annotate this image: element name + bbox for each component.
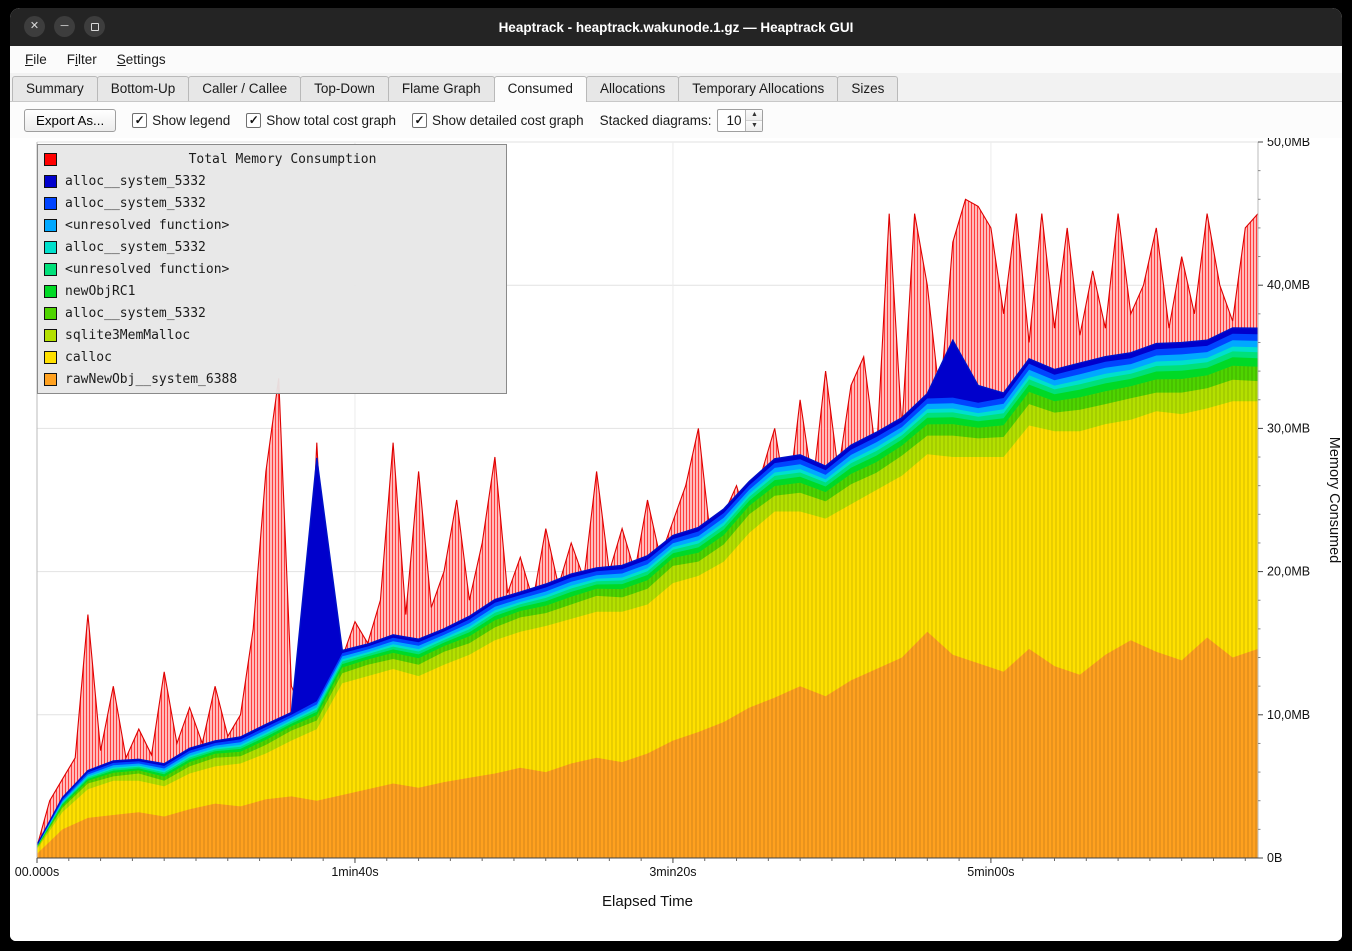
toolbar: Export As... ✓ Show legend ✓ Show total … <box>10 102 1342 138</box>
legend-swatch <box>44 285 57 298</box>
legend-label: calloc <box>65 350 112 365</box>
legend-swatch <box>44 263 57 276</box>
legend-item: alloc__system_5332 <box>38 302 506 324</box>
legend-swatch <box>44 219 57 232</box>
legend-label: alloc__system_5332 <box>65 306 206 321</box>
legend-swatch <box>44 241 57 254</box>
tab-flame-graph[interactable]: Flame Graph <box>388 76 495 101</box>
app-window: ✕ ─ Heaptrack - heaptrack.wakunode.1.gz … <box>10 8 1342 941</box>
spin-buttons: ▲ ▼ <box>745 110 762 131</box>
menu-settings[interactable]: Settings <box>108 49 175 70</box>
close-icon: ✕ <box>30 21 39 32</box>
y-tick-label: 20,0MB <box>1267 565 1310 579</box>
chevron-down-icon: ▼ <box>751 122 758 129</box>
maximize-button[interactable] <box>84 16 105 37</box>
tab-allocations[interactable]: Allocations <box>586 76 679 101</box>
checkbox-label: Show legend <box>152 113 230 128</box>
legend-label: newObjRC1 <box>65 284 135 299</box>
legend-label: <unresolved function> <box>65 218 229 233</box>
legend-label: <unresolved function> <box>65 262 229 277</box>
stacked-diagrams-spinbox[interactable]: 10 ▲ ▼ <box>717 109 763 132</box>
tab-top-down[interactable]: Top-Down <box>300 76 389 101</box>
legend-label: alloc__system_5332 <box>65 174 206 189</box>
tab-caller-callee[interactable]: Caller / Callee <box>188 76 301 101</box>
y-tick-label: 50,0MB <box>1267 138 1310 149</box>
tab-summary[interactable]: Summary <box>12 76 98 101</box>
spin-up-button[interactable]: ▲ <box>746 110 762 120</box>
legend-label: sqlite3MemMalloc <box>65 328 190 343</box>
legend-label: Total Memory Consumption <box>65 152 500 167</box>
checkbox-show-detailed-cost-graph[interactable]: ✓ Show detailed cost graph <box>412 113 584 128</box>
minimize-icon: ─ <box>61 21 69 32</box>
stacked-diagrams-label: Stacked diagrams: <box>600 113 712 128</box>
y-axis-title: Memory Consumed <box>1326 437 1342 564</box>
x-tick-label: 00.000s <box>15 865 59 879</box>
tab-bottom-up[interactable]: Bottom-Up <box>97 76 190 101</box>
tabbar: Summary Bottom-Up Caller / Callee Top-Do… <box>10 73 1342 102</box>
legend-swatch <box>44 153 57 166</box>
stacked-diagrams-value[interactable]: 10 <box>718 110 745 131</box>
menu-filter[interactable]: Filter <box>58 49 106 70</box>
legend-item: newObjRC1 <box>38 280 506 302</box>
consumed-chart-area: 00.000s 1min40s 3min20s 5min00s 0B 10,0MB 20,0… <box>10 138 1342 941</box>
legend-item: <unresolved function> <box>38 258 506 280</box>
titlebar[interactable]: ✕ ─ Heaptrack - heaptrack.wakunode.1.gz … <box>10 8 1342 46</box>
x-axis-title: Elapsed Time <box>602 893 693 910</box>
minimize-button[interactable]: ─ <box>54 16 75 37</box>
legend-swatch <box>44 351 57 364</box>
legend-label: rawNewObj__system_6388 <box>65 372 237 387</box>
checkbox-label: Show detailed cost graph <box>432 113 584 128</box>
chevron-up-icon: ▲ <box>751 111 758 118</box>
tab-sizes[interactable]: Sizes <box>837 76 898 101</box>
export-as-button[interactable]: Export As... <box>24 109 116 132</box>
checkbox-show-legend[interactable]: ✓ Show legend <box>132 113 230 128</box>
legend-item: alloc__system_5332 <box>38 192 506 214</box>
window-controls: ✕ ─ <box>24 16 105 37</box>
window-title: Heaptrack - heaptrack.wakunode.1.gz — He… <box>499 20 854 35</box>
legend-swatch <box>44 175 57 188</box>
tab-temporary-allocations[interactable]: Temporary Allocations <box>678 76 838 101</box>
checkbox-check-icon: ✓ <box>412 113 427 128</box>
legend-swatch <box>44 307 57 320</box>
legend-item: alloc__system_5332 <box>38 170 506 192</box>
legend-title-row: Total Memory Consumption <box>38 148 506 170</box>
legend-label: alloc__system_5332 <box>65 196 206 211</box>
spin-down-button[interactable]: ▼ <box>746 120 762 131</box>
checkbox-check-icon: ✓ <box>246 113 261 128</box>
y-tick-label: 10,0MB <box>1267 708 1310 722</box>
maximize-icon <box>91 23 99 31</box>
checkbox-label: Show total cost graph <box>266 113 396 128</box>
checkbox-show-total-cost-graph[interactable]: ✓ Show total cost graph <box>246 113 396 128</box>
y-tick-label: 0B <box>1267 851 1282 865</box>
close-button[interactable]: ✕ <box>24 16 45 37</box>
x-tick-label: 5min00s <box>967 865 1014 879</box>
legend-item: <unresolved function> <box>38 214 506 236</box>
stacked-diagrams-control: Stacked diagrams: 10 ▲ ▼ <box>600 109 764 132</box>
legend-swatch <box>44 197 57 210</box>
y-tick-label: 40,0MB <box>1267 278 1310 292</box>
legend-swatch <box>44 373 57 386</box>
menu-file[interactable]: File <box>16 49 56 70</box>
legend-item: sqlite3MemMalloc <box>38 324 506 346</box>
x-tick-label: 3min20s <box>649 865 696 879</box>
legend-swatch <box>44 329 57 342</box>
legend-label: alloc__system_5332 <box>65 240 206 255</box>
legend-item: alloc__system_5332 <box>38 236 506 258</box>
legend-item: calloc <box>38 346 506 368</box>
chart-legend: Total Memory Consumption alloc__system_53… <box>37 144 507 394</box>
x-tick-label: 1min40s <box>331 865 378 879</box>
tab-consumed[interactable]: Consumed <box>494 76 587 102</box>
menubar: File Filter Settings <box>10 46 1342 73</box>
legend-item: rawNewObj__system_6388 <box>38 368 506 390</box>
y-tick-label: 30,0MB <box>1267 421 1310 435</box>
checkbox-check-icon: ✓ <box>132 113 147 128</box>
